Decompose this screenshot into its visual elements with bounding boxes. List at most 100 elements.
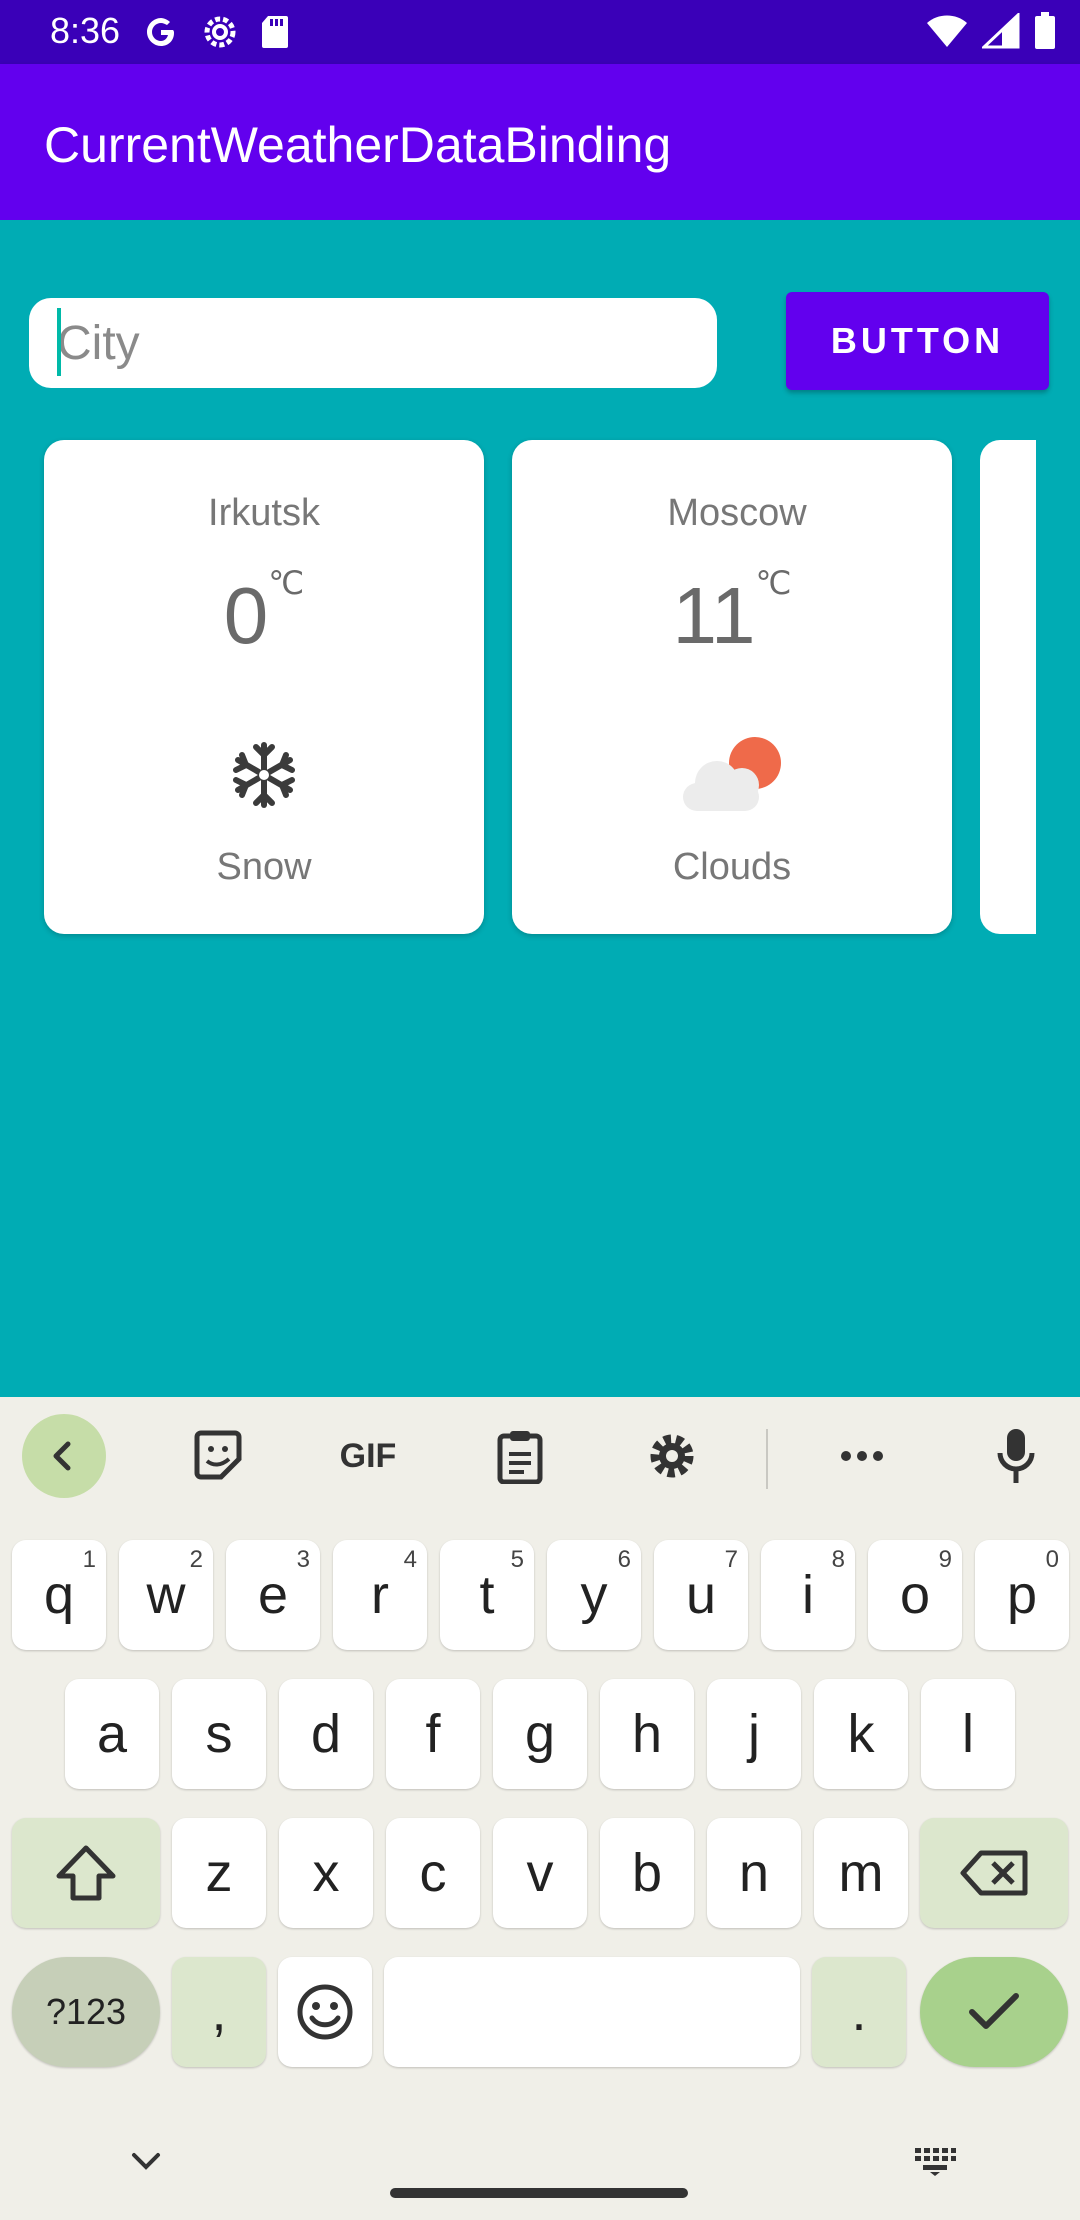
key-g[interactable]: g [493,1679,587,1789]
voice-input-button[interactable] [974,1414,1058,1498]
key-label: w [146,1565,186,1625]
key-v[interactable]: v [493,1818,587,1928]
app-bar: CurrentWeatherDataBinding [0,64,1080,220]
key-label: o [899,1565,931,1625]
key-hint: 6 [617,1546,631,1573]
key-label: v [526,1843,554,1903]
key-m[interactable]: m [814,1818,908,1928]
google-icon [147,18,174,46]
keyboard-toolbar: GIF [0,1397,1080,1521]
key-i[interactable]: i8 [761,1540,855,1650]
weather-card[interactable]: Irkutsk 0℃ Snow [44,440,484,934]
symbols-key[interactable]: ?123 [12,1957,160,2067]
sun-behind-cloud-icon [512,730,952,820]
card-condition: Snow [216,846,312,888]
emoji-icon [297,1984,353,2040]
key-label: l [962,1704,974,1764]
key-d[interactable]: d [279,1679,373,1789]
key-j[interactable]: j [707,1679,801,1789]
key-label: n [738,1843,770,1903]
key-label: g [524,1704,556,1764]
key-f[interactable]: f [386,1679,480,1789]
key-label: y [580,1565,608,1625]
key-hint: 2 [189,1546,203,1573]
key-label: d [310,1704,342,1764]
key-e[interactable]: e3 [226,1540,320,1650]
key-hint: 4 [403,1546,417,1573]
key-p[interactable]: p0 [975,1540,1069,1650]
key-t[interactable]: t5 [440,1540,534,1650]
shift-key[interactable] [12,1818,160,1928]
space-key[interactable] [384,1957,800,2067]
gif-button[interactable]: GIF [326,1414,410,1498]
key-label: s [205,1704,233,1764]
key-q[interactable]: q1 [12,1540,106,1650]
gif-label: GIF [339,1436,397,1475]
cellular-signal-icon [982,13,1020,49]
key-n[interactable]: n [707,1818,801,1928]
key-hint: 0 [1045,1546,1059,1573]
key-h[interactable]: h [600,1679,694,1789]
key-label: k [847,1704,875,1764]
text-cursor [57,308,61,376]
keyboard-settings-button[interactable] [630,1414,714,1498]
key-b[interactable]: b [600,1818,694,1928]
period-key[interactable]: . [812,1957,906,2067]
temperature-value: 0 [223,571,269,660]
key-hint: 3 [296,1546,310,1573]
key-l[interactable]: l [921,1679,1015,1789]
temperature-unit: ℃ [268,565,305,601]
key-label: c [419,1843,447,1903]
comma-key[interactable]: , [172,1957,266,2067]
weather-card-partial[interactable] [980,440,1036,934]
settings-gear-icon [204,16,236,48]
wifi-icon [927,15,967,47]
key-y[interactable]: y6 [547,1540,641,1650]
emoji-key[interactable] [278,1957,372,2067]
key-label: r [371,1565,389,1625]
sticker-icon [194,1430,242,1480]
sticker-button[interactable] [176,1414,260,1498]
key-r[interactable]: r4 [333,1540,427,1650]
keyboard-back-button[interactable] [22,1414,106,1498]
microphone-icon [997,1429,1035,1483]
card-city: Irkutsk [208,492,320,534]
card-temperature: 0℃ [44,565,484,662]
shift-icon [56,1845,116,1901]
weather-card[interactable]: Moscow 11℃ Clouds [512,440,952,934]
key-hint: 1 [82,1546,96,1573]
key-hint: 8 [831,1546,845,1573]
key-w[interactable]: w2 [119,1540,213,1650]
city-input[interactable] [29,298,717,388]
key-a[interactable]: a [65,1679,159,1789]
key-label: h [631,1704,663,1764]
system-navigation-bar [0,2100,1080,2220]
temperature-unit: ℃ [755,565,792,601]
key-label: a [96,1704,128,1764]
key-label: x [312,1843,340,1903]
key-z[interactable]: z [172,1818,266,1928]
clipboard-icon [497,1431,543,1484]
key-label: j [748,1704,760,1764]
key-label: i [802,1565,814,1625]
key-hint: 5 [510,1546,524,1573]
home-gesture-handle[interactable] [390,2188,688,2198]
sd-card-icon [262,16,288,48]
backspace-key[interactable] [920,1818,1068,1928]
enter-key[interactable] [920,1957,1068,2067]
snowflake-icon [44,730,484,820]
key-s[interactable]: s [172,1679,266,1789]
key-label: t [479,1565,495,1625]
key-u[interactable]: u7 [654,1540,748,1650]
key-label: b [631,1843,663,1903]
key-label: u [685,1565,717,1625]
gear-icon [650,1434,694,1478]
more-options-button[interactable] [820,1414,904,1498]
clipboard-button[interactable] [478,1414,562,1498]
key-c[interactable]: c [386,1818,480,1928]
key-k[interactable]: k [814,1679,908,1789]
app-title: CurrentWeatherDataBinding [44,117,672,173]
search-button[interactable]: BUTTON [786,292,1049,390]
key-x[interactable]: x [279,1818,373,1928]
key-o[interactable]: o9 [868,1540,962,1650]
